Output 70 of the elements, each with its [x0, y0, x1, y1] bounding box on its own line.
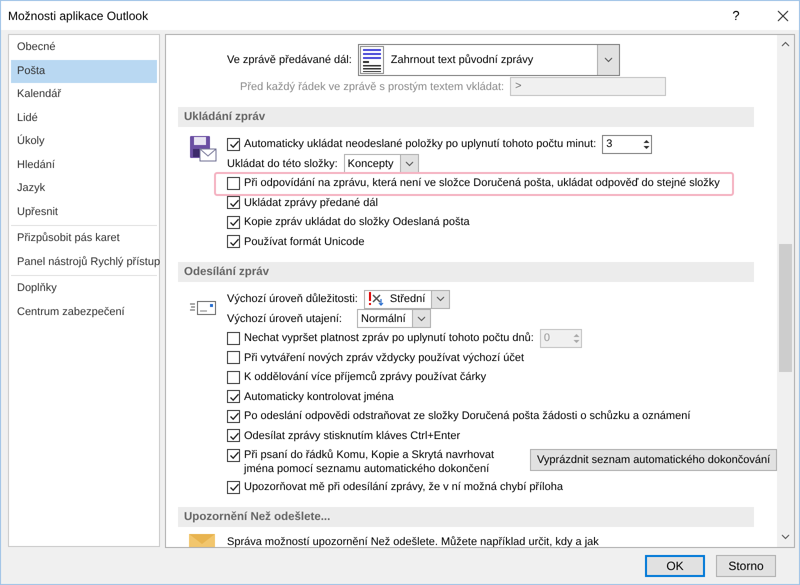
sidebar-item[interactable]: Hledání [11, 154, 157, 177]
priority-icon [366, 291, 385, 308]
checkbox[interactable] [227, 448, 240, 462]
option-label: Upozorňovat mě při odesílání zprávy, že v ní možná chybí příloha [244, 481, 563, 494]
number-field[interactable]: 3 [602, 134, 652, 154]
option-label: Při odpovídání na zprávu, která není ve složce Doručená pošta, ukládat odpověď do stejné složky [244, 177, 720, 190]
ok-button[interactable]: OK [645, 554, 705, 576]
dropdown[interactable]: Koncepty [344, 154, 419, 174]
sidebar-item[interactable]: Centrum zabezpečení [11, 300, 157, 324]
checkbox[interactable] [227, 176, 240, 190]
spin-arrows-icon[interactable] [642, 138, 652, 151]
check-icon [228, 449, 240, 461]
check-icon [228, 138, 240, 150]
checkbox[interactable] [227, 216, 240, 229]
envelope-icon [189, 534, 215, 547]
field-label: Výchozí úroveň důležitosti: [227, 293, 358, 306]
option-label: Kopie zpráv ukládat do složky Odeslaná pošta [244, 216, 470, 228]
option-label: Po odeslání odpovědi odstraňovat ze složky Doručená pošta žádosti o schůzku a oznámení [244, 410, 690, 422]
check-icon [228, 410, 240, 422]
sidebar-item[interactable]: Obecné [11, 36, 157, 60]
option-label: Odesílat zprávy stisknutím kláves Ctrl+Enter [244, 430, 460, 442]
dropdown[interactable]: Střední [364, 290, 450, 309]
scroll-down-icon[interactable] [781, 534, 790, 540]
help-button[interactable]: ? [721, 8, 751, 23]
sidebar-item[interactable]: Upřesnit [11, 200, 157, 224]
section-header: Odesílání zpráv [178, 262, 754, 282]
cancel-button[interactable]: Storno [716, 554, 776, 576]
option-label: Automaticky kontrolovat jména [244, 390, 394, 403]
scroll-up-icon[interactable] [781, 41, 790, 47]
option-label: K oddělování více příjemců zprávy používat čárky [244, 371, 486, 384]
clear-list-button[interactable]: Vyprázdnit seznam automatického dokončování [530, 448, 777, 470]
checkbox[interactable] [227, 235, 240, 248]
window-title: Možnosti aplikace Outlook [8, 8, 150, 22]
checkbox[interactable] [227, 351, 240, 364]
option-label: Ukládat zprávy předané dál [244, 196, 378, 209]
sidebar-item[interactable]: Úkoly [11, 130, 157, 154]
sidebar-item[interactable]: Přizpůsobit pás karet [11, 227, 157, 250]
checkbox[interactable] [227, 138, 240, 151]
sidebar-item[interactable]: Pošta [11, 60, 157, 83]
checkbox[interactable] [227, 370, 240, 384]
floppy-disk-icon [189, 134, 217, 162]
checkbox[interactable] [227, 429, 240, 442]
text-lines-icon [360, 46, 384, 74]
checkbox[interactable] [227, 390, 240, 404]
option-label: Při vytváření nových zpráv vždycky používat výchozí účet [244, 352, 524, 364]
scrollbar-thumb[interactable] [779, 244, 792, 372]
dropdown[interactable]: Zahrnout text původní zprávy [358, 44, 620, 76]
sidebar-item[interactable]: Doplňky [11, 277, 157, 300]
option-label: Při psaní do řádků Komu, Kopie a Skrytá navrhovat jména pomocí seznamu automatického dokončení [244, 448, 496, 476]
check-icon [228, 481, 240, 494]
option-label: Používat formát Unicode [244, 236, 364, 248]
checkbox[interactable] [227, 196, 240, 210]
field-label: Výchozí úroveň utajení: [227, 312, 343, 325]
field-label: Ve zprávě předávané dál: [227, 54, 352, 66]
field-label: Ukládat do této složky: [227, 158, 338, 170]
sidebar-item[interactable]: Lidé [11, 106, 157, 130]
check-icon [228, 216, 240, 228]
section-header: Upozornění Než odešlete... [178, 507, 754, 527]
field-label: Před každý řádek ve zprávě s prostým textem vkládat: [240, 80, 504, 93]
option-label: Automaticky ukládat neodeslané položky po uplynutí tohoto počtu minut: [244, 138, 596, 150]
checkbox[interactable] [227, 332, 240, 345]
checkbox[interactable] [227, 410, 240, 423]
sidebar-item[interactable]: Jazyk [11, 177, 157, 200]
section-header: Ukládání zpráv [178, 106, 754, 126]
close-icon[interactable] [777, 10, 789, 22]
description-text: Správa možností upozornění Než odešlete. Můžete například určit, kdy a jak [227, 534, 599, 547]
sidebar-item[interactable]: Kalendář [11, 83, 157, 106]
dropdown[interactable]: Normální [357, 309, 431, 328]
option-label: Nechat vypršet platnost zpráv po uplynutí tohoto počtu dnů: [244, 332, 534, 344]
checkbox[interactable] [227, 480, 240, 494]
